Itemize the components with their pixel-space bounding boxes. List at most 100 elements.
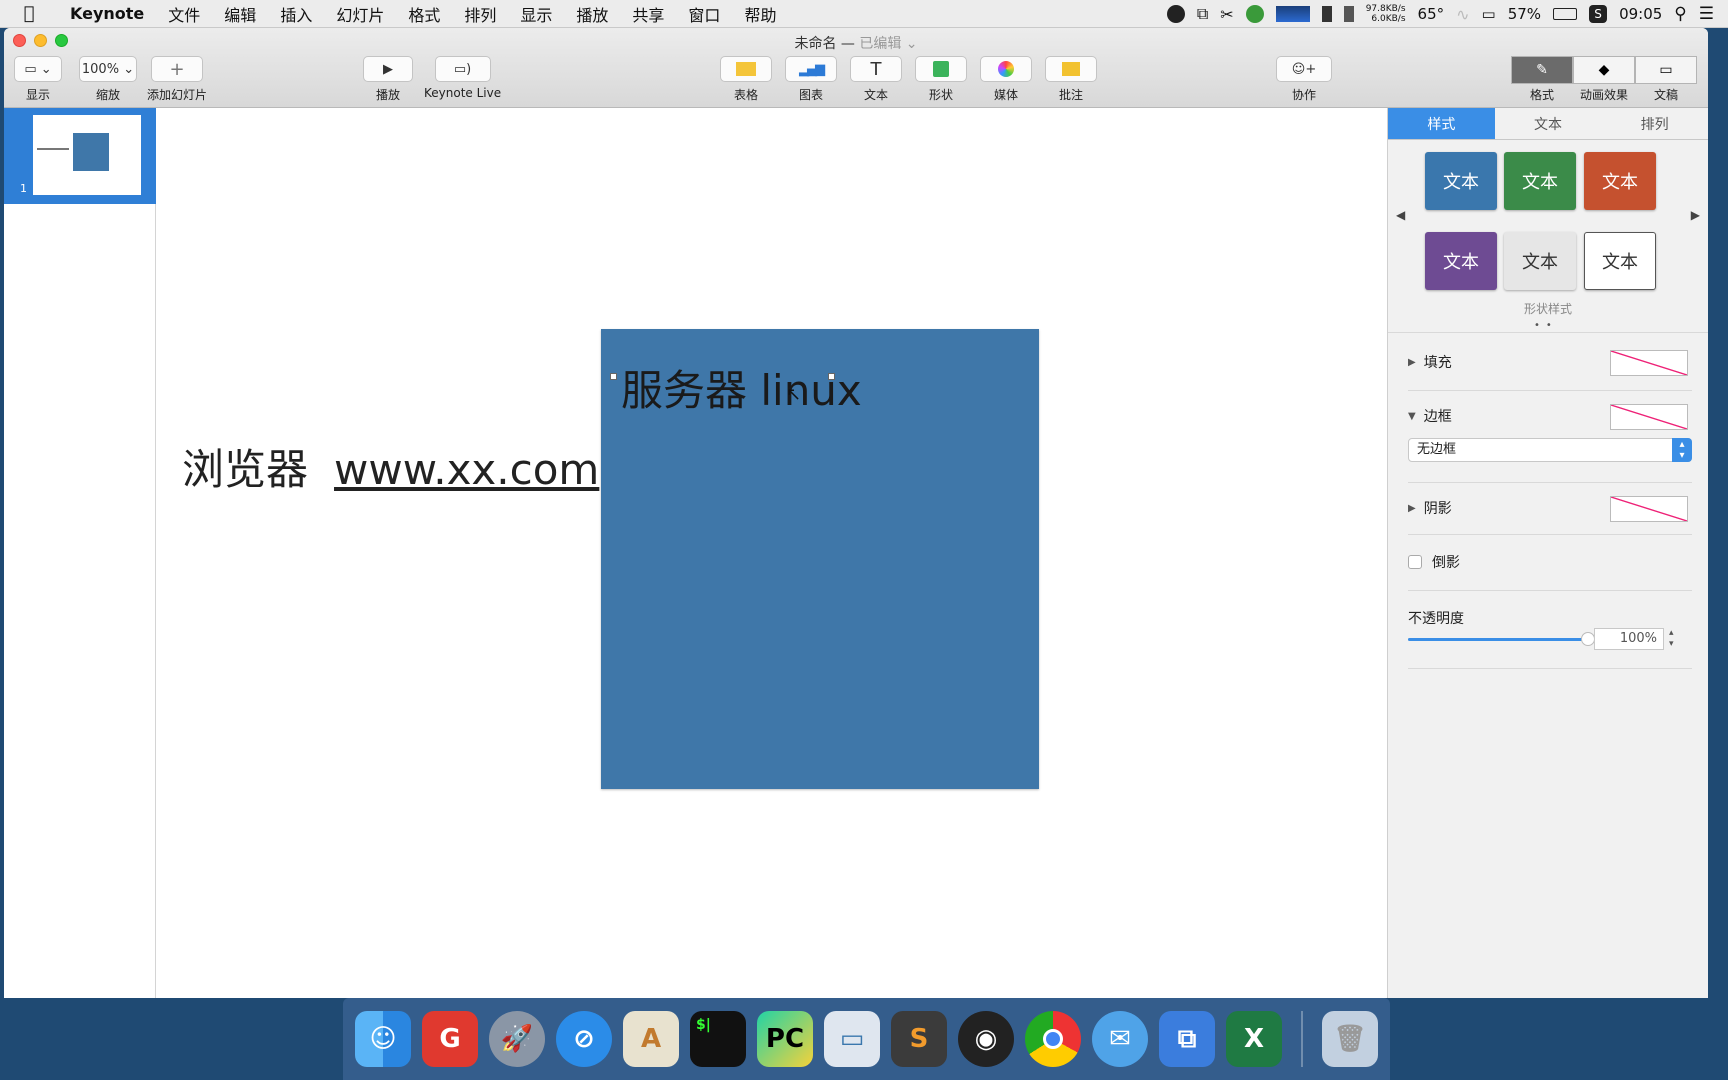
blue-square-shape[interactable]: 服务器 linux ↖ [601, 329, 1039, 789]
select-stepper-icon[interactable]: ▴ ▾ [1672, 438, 1692, 462]
play-icon[interactable]: ▶ [363, 56, 413, 82]
virtualbox-icon[interactable]: ⧉ [1159, 1011, 1215, 1067]
collaborate-control[interactable]: ☺+ 协作 [1276, 56, 1332, 103]
menu-edit[interactable]: 编辑 [212, 2, 268, 26]
sublime-text-icon[interactable]: S [891, 1011, 947, 1067]
zoom-control[interactable]: 100% ⌄ 缩放 [79, 56, 137, 103]
pycharm-icon[interactable]: PC [757, 1011, 813, 1067]
menu-format[interactable]: 格式 [396, 2, 452, 26]
slide-thumbnail-1[interactable]: 1 [4, 108, 156, 204]
border-style-select[interactable]: 无边框 ▴ ▾ [1408, 438, 1692, 462]
style-swatch-orange[interactable]: 文本 [1584, 152, 1656, 210]
style-swatch-white[interactable]: 文本 [1584, 232, 1656, 290]
terminal-icon[interactable]: $| [690, 1011, 746, 1067]
table-control[interactable]: 表格 [720, 56, 772, 103]
battery-percent[interactable]: 57% [1508, 5, 1541, 23]
style-swatch-purple[interactable]: 文本 [1425, 232, 1497, 290]
reflection-row[interactable]: 倒影 [1408, 552, 1692, 572]
excel-icon[interactable]: X [1226, 1011, 1282, 1067]
launchpad-icon[interactable]: 🚀 [489, 1011, 545, 1067]
text-selection-handle-left[interactable] [610, 373, 617, 380]
keynote-live-icon[interactable]: ▭) [434, 56, 491, 82]
wifi-icon[interactable]: ∿ [1456, 5, 1469, 24]
notification-center-icon[interactable]: ☰ [1699, 4, 1714, 24]
disclosure-down-icon[interactable]: ▼ [1408, 411, 1416, 422]
disclosure-right-icon[interactable]: ▶ [1408, 503, 1416, 514]
battery-icon[interactable] [1553, 8, 1578, 20]
spotlight-search-icon[interactable]: ⚲ [1674, 4, 1686, 24]
keynote-icon[interactable]: ▭ [824, 1011, 880, 1067]
opacity-stepper-icon[interactable]: ▴ ▾ [1669, 628, 1674, 650]
shadow-color-well[interactable] [1610, 496, 1688, 522]
opacity-slider-knob[interactable] [1581, 632, 1595, 646]
menu-view[interactable]: 显示 [508, 2, 564, 26]
clock[interactable]: 09:05 [1619, 5, 1662, 23]
obs-icon[interactable]: ◉ [958, 1011, 1014, 1067]
format-brush-icon[interactable]: ✎ [1511, 56, 1573, 84]
add-slide-control[interactable]: + 添加幻灯片 [147, 56, 207, 103]
media-control[interactable]: 媒体 [980, 56, 1032, 103]
slide-canvas[interactable]: 浏览器 www.xx.com 服务器 linux ↖ [157, 108, 1387, 998]
menu-file[interactable]: 文件 [156, 2, 212, 26]
server-text[interactable]: 服务器 linux [621, 357, 862, 418]
text-control[interactable]: T 文本 [850, 56, 902, 103]
style-swatch-gray[interactable]: 文本 [1504, 232, 1576, 290]
chart-control[interactable]: ▂▄▆ 图表 [785, 56, 837, 103]
textedit-icon[interactable]: A [623, 1011, 679, 1067]
tab-arrange[interactable]: 排列 [1601, 108, 1708, 139]
style-next-arrow-icon[interactable]: ▶ [1691, 208, 1700, 222]
memory-icon[interactable] [1321, 6, 1332, 22]
opacity-slider[interactable] [1408, 632, 1595, 646]
tab-text[interactable]: 文本 [1495, 108, 1602, 139]
comment-control[interactable]: 批注 [1045, 56, 1097, 103]
shape-control[interactable]: 形状 [915, 56, 967, 103]
status-app-icon[interactable] [1166, 5, 1185, 23]
view-control[interactable]: ▭ ⌄ 显示 [14, 56, 62, 103]
git-client-icon[interactable]: G [422, 1011, 478, 1067]
comment-icon[interactable] [1045, 56, 1097, 82]
text-icon[interactable]: T [850, 56, 902, 82]
add-slide-button[interactable]: + [151, 56, 203, 82]
browser-text-box[interactable]: 浏览器 www.xx.com [182, 436, 599, 497]
media-icon[interactable] [980, 56, 1032, 82]
menu-share[interactable]: 共享 [620, 2, 676, 26]
page-dots-icon[interactable]: •• [1534, 320, 1558, 331]
finder-icon[interactable]: ☺ [355, 1011, 411, 1067]
view-button[interactable]: ▭ ⌄ [14, 56, 62, 82]
cpu-graph-icon[interactable] [1275, 6, 1310, 22]
menu-keynote[interactable]: Keynote [58, 4, 156, 23]
style-swatch-blue[interactable]: 文本 [1425, 152, 1497, 210]
upload-icon[interactable] [1245, 5, 1264, 23]
disk-icon[interactable] [1343, 6, 1354, 22]
tab-style[interactable]: 样式 [1388, 108, 1495, 139]
keynote-live-control[interactable]: ▭) Keynote Live [424, 56, 501, 100]
reflection-checkbox[interactable] [1408, 555, 1422, 569]
menu-slide[interactable]: 幻灯片 [324, 2, 396, 26]
text-selection-handle-right[interactable] [828, 373, 835, 380]
fill-color-well[interactable] [1610, 350, 1688, 376]
menu-help[interactable]: 帮助 [732, 2, 788, 26]
airplay-icon[interactable]: ▭ [1482, 5, 1496, 23]
trash-icon[interactable]: 🗑 [1322, 1011, 1378, 1067]
collaborate-icon[interactable]: ☺+ [1276, 56, 1332, 82]
animate-diamond-icon[interactable]: ◆ [1573, 56, 1635, 84]
document-title[interactable]: 未命名 — 已编辑 ⌄ [4, 33, 1708, 53]
sync-app-icon[interactable]: S [1589, 5, 1608, 23]
zoom-select[interactable]: 100% ⌄ [79, 56, 137, 82]
menu-window[interactable]: 窗口 [676, 2, 732, 26]
table-icon[interactable] [720, 56, 772, 82]
window-tools-icon[interactable]: ⧉ [1197, 4, 1208, 24]
shape-icon[interactable] [915, 56, 967, 82]
temperature[interactable]: 65° [1418, 5, 1445, 23]
opacity-field[interactable]: 100% [1594, 628, 1664, 650]
document-icon[interactable]: ▭ [1635, 56, 1697, 84]
menu-play[interactable]: 播放 [564, 2, 620, 26]
menu-insert[interactable]: 插入 [268, 2, 324, 26]
safari-icon[interactable]: ⊘ [556, 1011, 612, 1067]
network-app-icon[interactable]: ✉ [1092, 1011, 1148, 1067]
chrome-icon[interactable] [1025, 1011, 1081, 1067]
chart-icon[interactable]: ▂▄▆ [785, 56, 837, 82]
border-color-well[interactable] [1610, 404, 1688, 430]
network-speed[interactable]: 97.8KB/s 6.0KB/s [1366, 4, 1406, 24]
style-swatch-green[interactable]: 文本 [1504, 152, 1576, 210]
